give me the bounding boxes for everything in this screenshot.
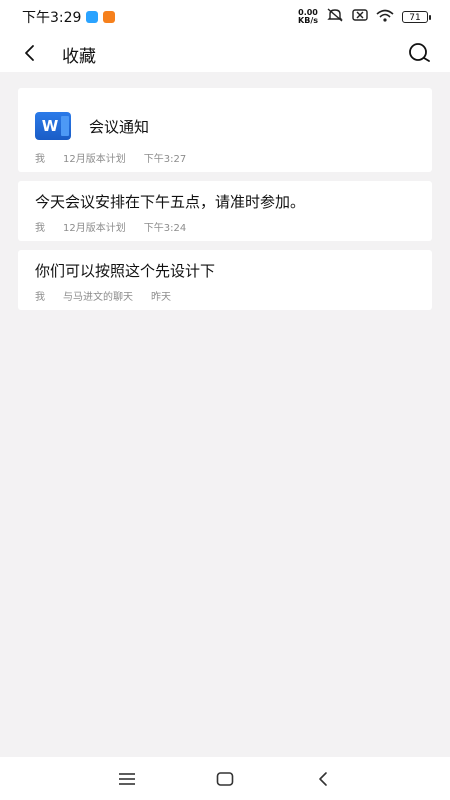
search-button[interactable] [406,40,432,66]
page-title: 收藏 [62,47,96,67]
favorite-sender: 我 [35,154,45,165]
mute-icon [326,8,344,26]
favorite-meta: 我 12月版本计划 下午3:27 [35,150,186,165]
chevron-left-icon [25,45,34,61]
status-bar: 下午3:29 0.00 KB/s 71 [0,0,450,34]
favorite-source: 12月版本计划 [63,154,126,165]
favorite-time: 下午3:27 [143,154,187,165]
favorite-item-text[interactable]: 你们可以按照这个先设计下 我 与马进文的聊天 昨天 [18,250,432,310]
word-icon-letter: W [41,117,59,135]
favorite-source: 12月版本计划 [63,223,126,234]
favorite-item-file[interactable]: W 会议通知 我 12月版本计划 下午3:27 [18,88,432,172]
favorite-title: 你们可以按照这个先设计下 [35,262,216,280]
system-back-button[interactable] [310,767,336,791]
favorite-time: 昨天 [151,292,171,303]
favorite-item-text[interactable]: 今天会议安排在下午五点，请准时参加。 我 12月版本计划 下午3:24 [18,181,432,241]
favorite-time: 下午3:24 [143,223,187,234]
wifi-icon [376,9,394,26]
chevron-left-icon [319,772,327,786]
back-button[interactable] [16,40,42,66]
net-speed-unit: KB/s [298,16,318,25]
search-icon [409,43,430,62]
recent-apps-button[interactable] [114,767,140,791]
favorite-sender: 我 [35,292,45,303]
system-nav-bar [0,757,450,800]
notification-app-icon [86,11,99,23]
net-speed: 0.00 KB/s [298,9,318,25]
favorite-meta: 我 与马进文的聊天 昨天 [35,288,171,303]
mi-app-icon [103,11,116,23]
favorite-title: 今天会议安排在下午五点，请准时参加。 [35,193,306,211]
favorite-title: 会议通知 [89,117,150,136]
app-header: 收藏 [0,34,450,72]
menu-icon [119,773,135,785]
home-button[interactable] [212,767,238,791]
home-square-icon [216,772,234,786]
favorite-sender: 我 [35,223,45,234]
favorites-list: W 会议通知 我 12月版本计划 下午3:27 今天会议安排在下午五点，请准时参… [18,88,432,319]
battery-indicator: 71 [402,11,431,23]
word-document-icon: W [35,112,71,140]
favorite-meta: 我 12月版本计划 下午3:24 [35,219,186,234]
sim-off-icon [352,9,368,25]
favorite-source: 与马进文的聊天 [63,292,133,303]
status-time: 下午3:29 [22,10,82,26]
